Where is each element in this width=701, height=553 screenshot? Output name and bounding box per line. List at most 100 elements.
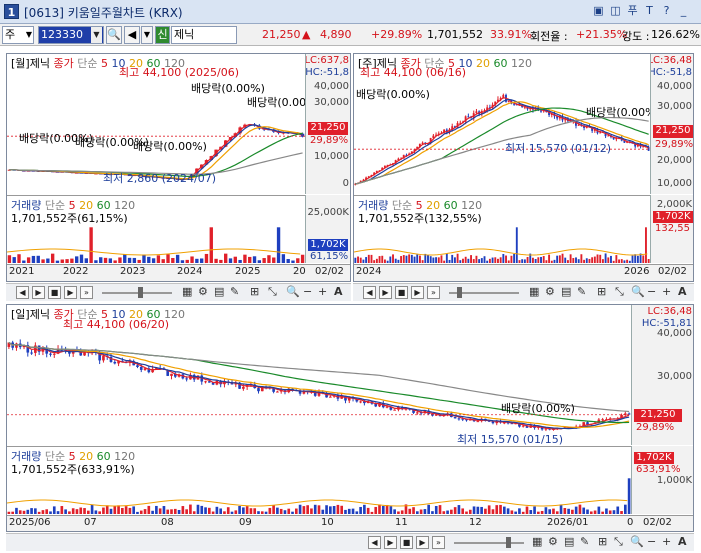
zoom-in-icon[interactable]: +: [662, 535, 671, 548]
zoom-in-icon[interactable]: +: [318, 285, 327, 298]
fast-forward-button[interactable]: »: [427, 286, 440, 299]
split-icon[interactable]: ◫: [608, 4, 623, 19]
volume-bar: [408, 254, 411, 263]
stop-button[interactable]: ■: [395, 286, 408, 299]
crosshair-icon[interactable]: ⤡: [268, 285, 277, 299]
volume-bar: [555, 511, 559, 514]
volume-bar: [223, 511, 226, 514]
zoom-slider[interactable]: [102, 292, 172, 294]
fast-forward-button[interactable]: »: [80, 286, 93, 299]
scroll-left-button[interactable]: ◀: [363, 286, 376, 299]
volume-bar: [427, 254, 429, 263]
scroll-left-button[interactable]: ◀: [368, 536, 381, 549]
volume-bar: [56, 511, 60, 514]
link-icon[interactable]: ▣: [591, 4, 606, 19]
volume-bar: [22, 510, 26, 514]
volume-bar: [243, 254, 247, 263]
ruler-icon[interactable]: ⊞: [598, 535, 607, 548]
volume-bar: [102, 507, 105, 514]
play-all-button[interactable]: ▶: [416, 536, 429, 549]
volume-bar: [234, 510, 238, 514]
market-select[interactable]: 주 ▼: [2, 26, 34, 44]
gear-icon[interactable]: ⚙: [548, 535, 558, 548]
font-size-icon[interactable]: A: [334, 285, 343, 298]
volume-bar: [569, 254, 572, 263]
stop-button[interactable]: ■: [400, 536, 413, 549]
vol-pct: 132,55: [655, 223, 690, 234]
fast-forward-button[interactable]: »: [432, 536, 445, 549]
search-icon[interactable]: 🔍: [286, 285, 300, 298]
high-label: 최고 44,100 (2025/06): [119, 66, 240, 79]
weekly-vol-axis: 2,000K 1,702K 132,55: [650, 195, 693, 263]
crosshair-icon[interactable]: ⤡: [615, 285, 624, 299]
font-size-icon[interactable]: A: [678, 285, 687, 298]
minimize-icon[interactable]: _: [676, 4, 691, 19]
draw-icon[interactable]: ✎: [230, 285, 239, 298]
vol-tag: 1,702K: [653, 211, 693, 223]
candle-body: [276, 391, 279, 393]
play-all-button[interactable]: ▶: [64, 286, 77, 299]
candle-body: [185, 378, 188, 380]
volume-bar: [461, 508, 465, 514]
volume-bar: [506, 508, 510, 514]
volume-bar: [147, 256, 151, 263]
current-price: 21,250: [262, 28, 301, 41]
grid-icon[interactable]: ▤: [561, 285, 571, 298]
play-button[interactable]: ▶: [379, 286, 392, 299]
help-icon[interactable]: ?: [659, 4, 674, 19]
stock-code-input[interactable]: 123330 ▼: [38, 26, 104, 44]
play-all-button[interactable]: ▶: [411, 286, 424, 299]
sound-dropdown[interactable]: ▼: [141, 26, 153, 44]
ruler-icon[interactable]: ⊞: [597, 285, 606, 298]
search-icon[interactable]: 🔍: [631, 285, 645, 298]
zoom-out-icon[interactable]: −: [303, 285, 312, 298]
zoom-slider-thumb[interactable]: [457, 287, 462, 298]
font-size-icon[interactable]: A: [678, 535, 687, 548]
stop-button[interactable]: ■: [48, 286, 61, 299]
grid-icon[interactable]: ▤: [564, 535, 574, 548]
search-icon[interactable]: 🔍: [630, 535, 644, 548]
volume: 1,701,552: [427, 28, 483, 41]
volume-bar: [378, 504, 381, 514]
draw-icon[interactable]: ✎: [577, 285, 586, 298]
crosshair-icon[interactable]: ⤡: [614, 535, 623, 549]
turnover-label: 회전율 :: [530, 30, 568, 43]
scroll-left-button[interactable]: ◀: [16, 286, 29, 299]
volume-bar: [118, 257, 122, 263]
volume-bar: [556, 255, 559, 263]
pin-icon[interactable]: 푸: [625, 4, 640, 19]
indicator-icon[interactable]: ▦: [529, 285, 539, 298]
indicator-icon[interactable]: ▦: [182, 285, 192, 298]
zoom-slider-thumb[interactable]: [138, 287, 143, 298]
volume-bar: [402, 255, 405, 263]
volume-bar: [71, 508, 75, 514]
vol-tick: 25,000K: [307, 207, 349, 218]
volume-bar: [588, 258, 591, 263]
font-icon[interactable]: T: [642, 4, 657, 19]
volume-bar: [90, 504, 94, 514]
search-button[interactable]: 🔍: [106, 26, 122, 44]
zoom-out-icon[interactable]: −: [647, 535, 656, 548]
gear-icon[interactable]: ⚙: [198, 285, 208, 298]
gear-icon[interactable]: ⚙: [545, 285, 555, 298]
legend-simple: 단순: [77, 57, 98, 70]
zoom-out-icon[interactable]: −: [647, 285, 656, 298]
indicator-icon[interactable]: ▦: [532, 535, 542, 548]
volume-bar: [375, 258, 378, 263]
zoom-slider[interactable]: [454, 542, 524, 544]
play-button[interactable]: ▶: [384, 536, 397, 549]
ruler-icon[interactable]: ⊞: [250, 285, 259, 298]
price-tag: 21,250: [653, 125, 693, 138]
zoom-in-icon[interactable]: +: [662, 285, 671, 298]
play-button[interactable]: ▶: [32, 286, 45, 299]
volume-bar: [418, 255, 421, 263]
draw-icon[interactable]: ✎: [580, 535, 589, 548]
volume-bar: [578, 504, 582, 514]
new-badge: 신: [155, 26, 170, 44]
window-title: [0613] 키움일주월차트 (KRX): [24, 6, 183, 20]
grid-icon[interactable]: ▤: [214, 285, 224, 298]
volume-bar: [523, 259, 526, 263]
sound-button[interactable]: ◀: [124, 26, 140, 44]
zoom-slider-thumb[interactable]: [506, 537, 511, 548]
monthly-date-axis: 2021 2022 2023 2024 2025 20 02/02: [7, 264, 350, 281]
